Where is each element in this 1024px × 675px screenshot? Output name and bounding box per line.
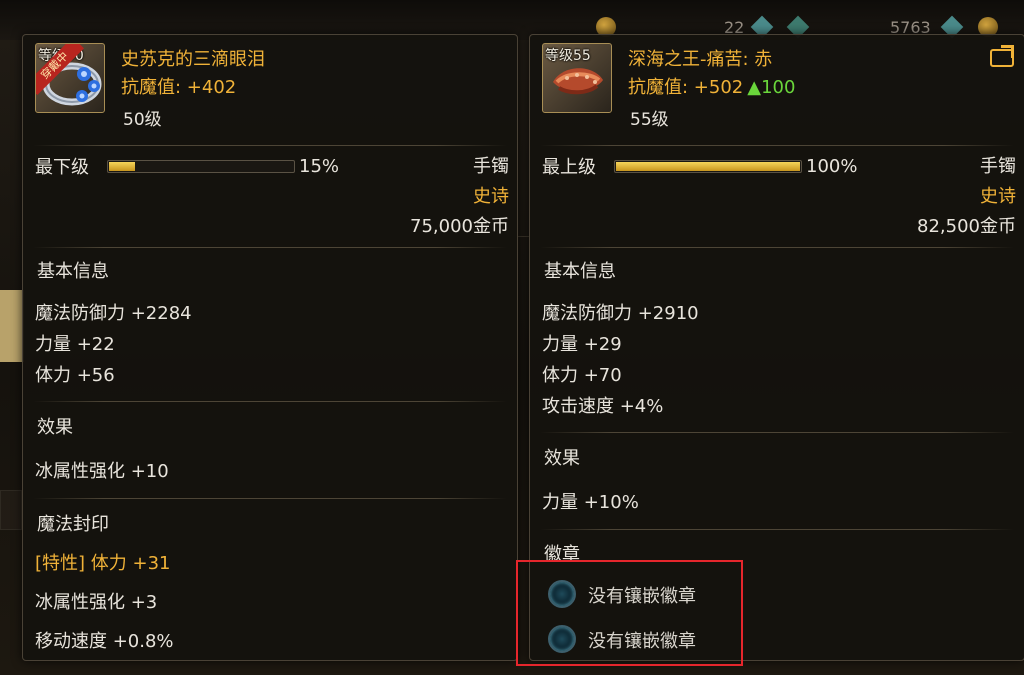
grade-label: 最上级 — [542, 157, 596, 178]
item-main-stat-value: 抗魔值: +502 — [628, 77, 744, 98]
divider — [33, 401, 507, 402]
divider — [540, 432, 1014, 433]
seal-stat: 移动速度 +0.8% — [35, 631, 174, 652]
stat-increase: ▲100 — [747, 77, 796, 98]
item-main-stat-value: 抗魔值: +402 — [121, 77, 237, 98]
item-name: 史苏克的三滴眼泪 — [121, 49, 265, 70]
basic-stat: 力量 +22 — [35, 334, 115, 355]
seal-stat: 冰属性强化 +3 — [35, 592, 158, 613]
divider — [33, 498, 507, 499]
item-icon-slot[interactable]: 等级50 穿戴中 — [35, 43, 105, 113]
basic-stat: 体力 +70 — [542, 365, 622, 386]
divider — [540, 247, 1014, 248]
grade-percent: 15% — [299, 156, 340, 177]
item-type: 手镯 — [473, 156, 509, 177]
grade-fill — [616, 162, 800, 171]
item-level: 55级 — [630, 110, 669, 130]
emblem-slot-label: 没有镶嵌徽章 — [588, 631, 696, 652]
grade-percent: 100% — [806, 156, 858, 177]
basic-stat: 魔法防御力 +2910 — [542, 303, 699, 324]
item-rarity: 史诗 — [473, 186, 509, 207]
item-price: 75,000金币 — [410, 216, 509, 237]
emblem-header: 徽章 — [544, 544, 580, 565]
basic-stat: 魔法防御力 +2284 — [35, 303, 192, 324]
effects-header: 效果 — [37, 417, 73, 438]
empty-emblem-socket-icon[interactable] — [548, 625, 576, 653]
item-main-stat: 抗魔值: +402 — [121, 73, 236, 99]
grade-label: 最下级 — [35, 157, 89, 178]
item-type: 手镯 — [980, 156, 1016, 177]
effects-header: 效果 — [544, 448, 580, 469]
share-icon[interactable] — [990, 45, 1014, 67]
item-price: 82,500金币 — [917, 216, 1016, 237]
compare-item-tooltip: 等级55 深海之王-痛苦: 赤 抗魔值: +502 ▲100 55级 最上级 10… — [529, 34, 1024, 661]
grade-bar — [107, 160, 295, 173]
emblem-slot-label: 没有镶嵌徽章 — [588, 586, 696, 607]
equipped-item-tooltip: 等级50 穿戴中 史苏克的三滴眼泪 抗魔值: +402 50级 最下级 15% … — [22, 34, 518, 661]
basic-info-header: 基本信息 — [37, 261, 109, 282]
basic-stat: 攻击速度 +4% — [542, 396, 664, 417]
divider — [33, 145, 507, 146]
effect-line: 冰属性强化 +10 — [35, 461, 169, 482]
background-strip — [0, 290, 24, 362]
empty-emblem-socket-icon[interactable] — [548, 580, 576, 608]
basic-stat: 力量 +29 — [542, 334, 622, 355]
basic-stat: 体力 +56 — [35, 365, 115, 386]
effect-line: 力量 +10% — [542, 492, 639, 513]
divider — [540, 145, 1014, 146]
item-main-stat: 抗魔值: +502 ▲100 — [628, 73, 795, 99]
divider — [33, 247, 507, 248]
basic-info-header: 基本信息 — [544, 261, 616, 282]
item-icon-slot[interactable]: 等级55 — [542, 43, 612, 113]
grade-fill — [109, 162, 135, 171]
item-rarity: 史诗 — [980, 186, 1016, 207]
divider — [540, 529, 1014, 530]
item-level: 50级 — [123, 110, 162, 130]
seal-header: 魔法封印 — [37, 514, 109, 535]
item-level-badge: 等级55 — [545, 48, 591, 64]
seal-trait: [特性] 体力 +31 — [35, 553, 171, 574]
bg-slot — [0, 490, 22, 530]
grade-bar — [614, 160, 802, 173]
item-name: 深海之王-痛苦: 赤 — [628, 49, 773, 70]
